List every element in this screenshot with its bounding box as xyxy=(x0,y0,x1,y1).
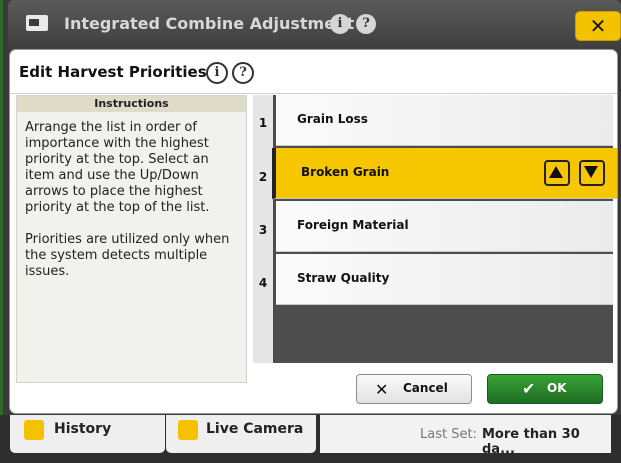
dialog-title: Edit Harvest Priorities xyxy=(19,63,207,81)
priority-item-label: Foreign Material xyxy=(297,218,409,232)
live-camera-tab[interactable]: Live Camera xyxy=(166,415,316,453)
priority-item-label: Grain Loss xyxy=(297,112,368,126)
instructions-heading: Instructions xyxy=(17,96,246,112)
dialog-footer: ✕ Cancel ✔ OK xyxy=(16,374,613,410)
live-camera-tab-label: Live Camera xyxy=(206,421,304,437)
app-icon xyxy=(26,15,48,31)
priority-item-label: Broken Grain xyxy=(301,165,390,179)
ok-check-icon: ✔ xyxy=(522,379,536,398)
close-button[interactable]: ✕ xyxy=(575,11,621,41)
history-tab-label: History xyxy=(54,421,112,437)
ok-button[interactable]: ✔ OK xyxy=(487,374,603,404)
priority-item-broken-grain[interactable]: Broken Grain xyxy=(272,148,617,199)
move-down-button[interactable] xyxy=(579,160,605,186)
info-icon[interactable]: i xyxy=(330,14,350,34)
priority-item-foreign-material[interactable]: Foreign Material xyxy=(276,201,613,252)
down-arrow-icon xyxy=(584,166,598,178)
rank-number: 2 xyxy=(258,170,268,184)
rank-number: 4 xyxy=(258,276,268,290)
last-set-panel: Last Set: More than 30 da... xyxy=(320,415,611,457)
left-edge-strip xyxy=(0,0,3,463)
priority-item-grain-loss[interactable]: Grain Loss xyxy=(276,95,613,146)
last-set-value: More than 30 da... xyxy=(482,427,580,457)
cancel-button[interactable]: ✕ Cancel xyxy=(356,374,472,404)
priority-item-label: Straw Quality xyxy=(297,271,390,285)
dialog-help-icon[interactable]: ? xyxy=(232,62,254,84)
edit-priorities-dialog: Edit Harvest Priorities i ? Instructions… xyxy=(9,49,618,414)
dialog-header: Edit Harvest Priorities i ? xyxy=(10,50,617,94)
rank-number: 1 xyxy=(258,116,268,130)
last-set-label: Last Set: xyxy=(420,427,477,442)
priority-item-straw-quality[interactable]: Straw Quality xyxy=(276,254,613,305)
up-arrow-icon xyxy=(549,166,563,178)
instructions-text-1: Arrange the list in order of importance … xyxy=(25,120,210,215)
outer-title-bar: Integrated Combine Adjustment 2 i ? ✕ xyxy=(8,0,621,50)
ok-button-label: OK xyxy=(547,381,567,395)
instructions-text-2: Priorities are utilized only when the sy… xyxy=(25,232,230,279)
help-icon[interactable]: ? xyxy=(356,14,376,34)
rank-column: 1 2 3 4 xyxy=(253,95,273,363)
history-icon xyxy=(24,420,44,440)
outer-window-title: Integrated Combine Adjustment 2 xyxy=(64,14,371,33)
history-tab[interactable]: History xyxy=(10,415,165,453)
rank-number: 3 xyxy=(258,223,268,237)
cancel-x-icon: ✕ xyxy=(375,380,389,399)
move-up-button[interactable] xyxy=(544,160,570,186)
cancel-button-label: Cancel xyxy=(403,381,448,395)
dialog-info-icon[interactable]: i xyxy=(206,62,228,84)
instructions-panel: Instructions Arrange the list in order o… xyxy=(16,95,247,383)
camera-icon xyxy=(178,420,198,440)
